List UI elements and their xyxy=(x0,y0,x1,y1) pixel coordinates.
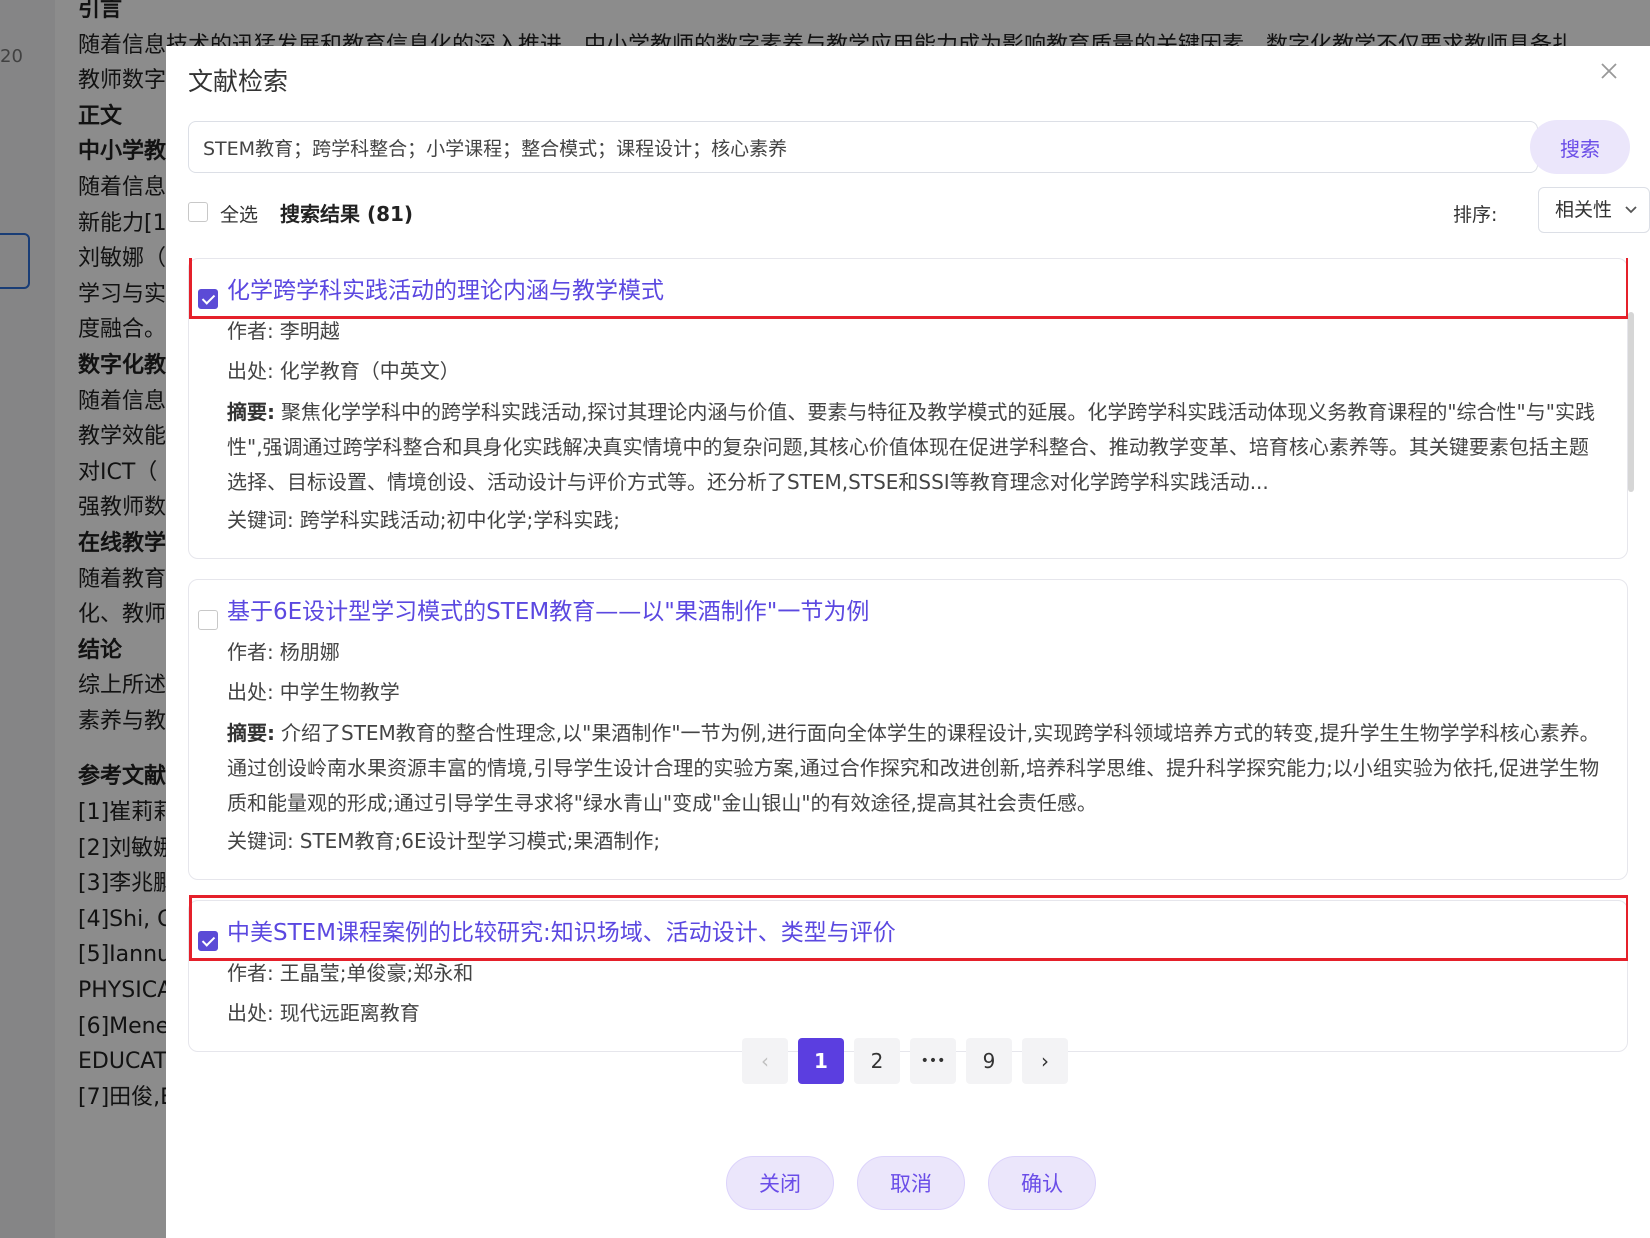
result-abstract-text: 介绍了STEM教育的整合性理念,以"果酒制作"一节为例,进行面向全体学生的课程设… xyxy=(227,721,1600,815)
scrollbar-thumb[interactable] xyxy=(1628,312,1634,492)
close-button[interactable]: 关闭 xyxy=(726,1156,834,1210)
result-source: 出处: 中学生物教学 xyxy=(227,672,1603,712)
result-card: 基于6E设计型学习模式的STEM教育——以"果酒制作"一节为例 作者: 杨朋娜 出处:… xyxy=(188,579,1628,880)
result-source-value: 中学生物教学 xyxy=(279,680,400,704)
result-abstract: 摘要: 介绍了STEM教育的整合性理念,以"果酒制作"一节为例,进行面向全体学生的… xyxy=(227,716,1603,821)
result-source-value: 现代远距离教育 xyxy=(279,1001,420,1025)
result-author: 作者: 杨朋娜 xyxy=(227,632,1603,672)
select-all-checkbox[interactable] xyxy=(188,202,208,222)
search-button[interactable]: 搜索 xyxy=(1530,120,1630,174)
result-abstract: 摘要: 聚焦化学学科中的跨学科实践活动,探讨其理论内涵与价值、要素与特征及教学模式… xyxy=(227,395,1603,500)
next-page-button[interactable]: › xyxy=(1022,1038,1068,1084)
page-button-2[interactable]: 2 xyxy=(854,1038,900,1084)
result-author-value: 杨朋娜 xyxy=(279,640,340,664)
close-icon[interactable] xyxy=(1596,58,1622,84)
confirm-button[interactable]: 确认 xyxy=(988,1156,1096,1210)
result-title-link[interactable]: 基于6E设计型学习模式的STEM教育——以"果酒制作"一节为例 xyxy=(227,592,1603,632)
cancel-button[interactable]: 取消 xyxy=(857,1156,965,1210)
result-source: 出处: 现代远距离教育 xyxy=(227,993,1603,1033)
result-author-label: 作者: xyxy=(227,319,274,343)
page-button-9[interactable]: 9 xyxy=(966,1038,1012,1084)
result-source: 出处: 化学教育（中英文） xyxy=(227,351,1603,391)
results-toolbar: 全选 搜索结果 (81) 排序: 相关性 xyxy=(188,187,1650,234)
page-button-1[interactable]: 1 xyxy=(798,1038,844,1084)
prev-page-button[interactable]: ‹ xyxy=(742,1038,788,1084)
result-checkbox[interactable] xyxy=(198,289,218,309)
result-card: 中美STEM课程案例的比较研究:知识场域、活动设计、类型与评价 作者: 王晶莹;单俊… xyxy=(188,895,1628,1052)
sort-value: 相关性 xyxy=(1555,199,1613,221)
result-keywords-label: 关键词: xyxy=(227,829,294,853)
result-card: 化学跨学科实践活动的理论内涵与教学模式 作者: 李明越 出处: 化学教育（中英文） 摘要:… xyxy=(188,258,1628,559)
result-source-label: 出处: xyxy=(227,359,274,383)
results-list[interactable]: 化学跨学科实践活动的理论内涵与教学模式 作者: 李明越 出处: 化学教育（中英文） 摘要:… xyxy=(188,258,1628,1080)
result-keywords-value: STEM教育;6E设计型学习模式;果酒制作; xyxy=(299,829,661,853)
result-source-label: 出处: xyxy=(227,1001,274,1025)
results-count: 搜索结果 (81) xyxy=(280,202,414,226)
result-keywords-label: 关键词: xyxy=(227,508,294,532)
result-abstract-label: 摘要: xyxy=(227,721,275,745)
result-author-value: 李明越 xyxy=(279,319,340,343)
result-author: 作者: 李明越 xyxy=(227,311,1603,351)
result-source-value: 化学教育（中英文） xyxy=(279,359,460,383)
sort-label: 排序: xyxy=(1453,204,1498,226)
select-all-label[interactable]: 全选 xyxy=(220,200,258,227)
sort-select[interactable]: 相关性 xyxy=(1538,187,1650,233)
search-input[interactable] xyxy=(188,121,1538,173)
result-abstract-label: 摘要: xyxy=(227,400,275,424)
result-title-link[interactable]: 化学跨学科实践活动的理论内涵与教学模式 xyxy=(227,271,1603,311)
result-checkbox[interactable] xyxy=(198,931,218,951)
result-source-label: 出处: xyxy=(227,680,274,704)
result-keywords: 关键词: 跨学科实践活动;初中化学;学科实践; xyxy=(227,500,1603,540)
result-abstract-text: 聚焦化学学科中的跨学科实践活动,探讨其理论内涵与价值、要素与特征及教学模式的延展… xyxy=(227,400,1595,494)
result-author-label: 作者: xyxy=(227,640,274,664)
literature-search-dialog: 文献检索 搜索 全选 搜索结果 (81) 排序: 相关性 化学跨学科实践活动的理… xyxy=(166,46,1650,1238)
chevron-down-icon xyxy=(1625,206,1637,214)
result-keywords: 关键词: STEM教育;6E设计型学习模式;果酒制作; xyxy=(227,821,1603,861)
result-keywords-value: 跨学科实践活动;初中化学;学科实践; xyxy=(299,508,620,532)
result-author: 作者: 王晶莹;单俊豪;郑永和 xyxy=(227,953,1603,993)
page-ellipsis-button[interactable]: ••• xyxy=(910,1038,956,1084)
result-checkbox[interactable] xyxy=(198,610,218,630)
result-author-value: 王晶莹;单俊豪;郑永和 xyxy=(279,961,474,985)
result-author-label: 作者: xyxy=(227,961,274,985)
dialog-title: 文献检索 xyxy=(188,67,289,96)
scrollbar[interactable] xyxy=(1628,262,1636,1032)
result-title-link[interactable]: 中美STEM课程案例的比较研究:知识场域、活动设计、类型与评价 xyxy=(227,913,1603,953)
